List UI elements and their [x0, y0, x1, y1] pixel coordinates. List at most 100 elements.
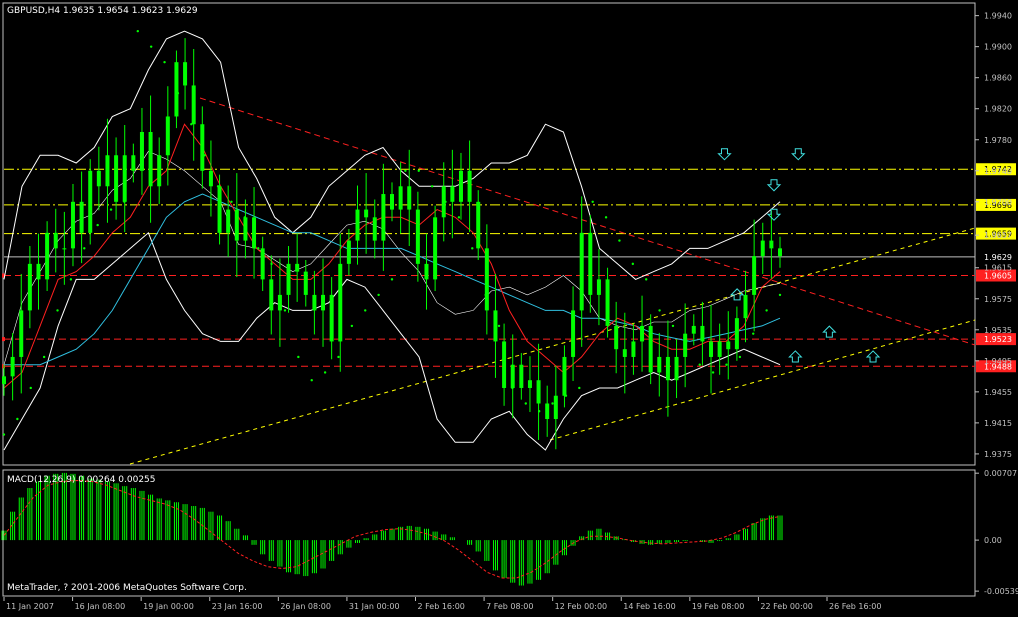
price-bar-body: [346, 240, 351, 264]
price-tick-label: 1.9900: [984, 43, 1012, 52]
sar-point: [658, 309, 661, 312]
price-bar-body: [131, 155, 136, 171]
chart-canvas[interactable]: 1.97421.96961.96591.96291.96051.95231.94…: [0, 0, 1018, 613]
sar-point: [457, 216, 461, 219]
price-bar-body: [381, 194, 386, 241]
sar-point: [69, 278, 73, 281]
time-tick-label: 7 Feb 08:00: [486, 602, 533, 611]
sar-point: [257, 247, 260, 250]
chart-title: GBPUSD,H4 1.9635 1.9654 1.9623 1.9629: [7, 6, 198, 16]
price-bar-body: [53, 232, 58, 249]
price-bar-body: [450, 186, 455, 202]
price-bar-body: [683, 333, 688, 357]
price-tick-label: 1.9657: [984, 231, 1012, 240]
time-tick-label: 26 Feb 16:00: [829, 602, 881, 611]
sar-point: [430, 185, 434, 188]
price-bar-body: [226, 209, 231, 233]
price-bar-body: [79, 201, 84, 233]
sar-point: [765, 309, 768, 312]
price-tick-label: 1.9575: [984, 295, 1012, 304]
price-bar-body: [519, 364, 524, 388]
price-tick-label: 1.9700: [984, 198, 1012, 207]
price-bar-body: [19, 310, 24, 357]
sar-point: [417, 169, 420, 172]
level-price-label: 1.9605: [984, 272, 1012, 281]
sar-point: [377, 293, 380, 297]
price-bar-body: [605, 279, 610, 326]
price-bar-body: [96, 170, 101, 187]
sar-point: [109, 208, 113, 211]
price-bar-body: [217, 186, 222, 233]
price-bar-body: [10, 356, 15, 377]
time-tick-label: 14 Feb 16:00: [623, 602, 675, 611]
price-bar-body: [562, 356, 567, 396]
price-bar-body: [510, 364, 515, 388]
price-bar-body: [571, 310, 576, 357]
price-bar-body: [743, 294, 748, 319]
time-tick-label: 12 Feb 00:00: [555, 602, 607, 611]
sar-point: [16, 417, 19, 421]
sar-point: [551, 402, 554, 405]
macd-tick-label: -0.00539: [984, 587, 1018, 596]
price-bar-body: [717, 341, 722, 357]
sar-point: [698, 363, 701, 366]
price-bar-body: [665, 356, 670, 381]
price-bar-body: [183, 62, 188, 86]
price-bar-body: [286, 263, 291, 295]
price-bar-body: [424, 263, 429, 280]
price-tick-label: 1.9740: [984, 167, 1012, 176]
sar-point: [645, 278, 648, 281]
sar-point: [404, 169, 407, 172]
price-bar-body: [139, 131, 144, 171]
price-bar-body: [70, 201, 75, 249]
price-bar-body: [303, 271, 308, 295]
price-bar-body: [769, 240, 774, 249]
price-bar-body: [596, 279, 601, 295]
level-price-label: 1.9523: [984, 335, 1012, 344]
sar-point: [725, 363, 728, 366]
price-bar-body: [329, 294, 334, 342]
price-bar-body: [105, 155, 110, 187]
price-bar-body: [614, 325, 619, 350]
sar-point: [283, 309, 287, 312]
price-bar-body: [493, 310, 498, 342]
price-bar-body: [752, 256, 757, 295]
price-tick-label: 1.9375: [984, 450, 1012, 459]
price-bar-body: [191, 85, 196, 125]
sar-point: [337, 355, 340, 359]
price-bar-body: [260, 248, 265, 280]
sar-point: [163, 60, 166, 64]
price-bar-body: [364, 209, 369, 218]
sar-point: [390, 278, 394, 281]
price-tick-label: 1.9535: [984, 326, 1012, 335]
price-bar-body: [45, 232, 50, 280]
price-tick-label: 1.9455: [984, 388, 1012, 397]
price-bar-body: [415, 209, 420, 264]
time-tick-label: 22 Feb 00:00: [760, 602, 812, 611]
sar-point: [631, 262, 635, 266]
sar-point: [618, 239, 621, 242]
price-bar-body: [674, 356, 679, 381]
price-bar-body: [579, 232, 584, 311]
price-bar-body: [390, 194, 394, 210]
sar-point: [96, 223, 99, 227]
level-price-label: 1.9629: [984, 253, 1012, 262]
price-bar-body: [484, 248, 489, 311]
price-bar-body: [709, 341, 714, 357]
sar-point: [310, 379, 313, 382]
price-bar-body: [441, 186, 446, 218]
level-left-marker: [2, 337, 5, 342]
price-bar-body: [476, 201, 481, 249]
price-bar-body: [243, 217, 248, 241]
price-bar-body: [27, 263, 32, 311]
price-bar-body: [114, 155, 119, 202]
sar-point: [2, 433, 6, 436]
macd-tick-label: 0.00: [984, 536, 1002, 545]
price-bar-body: [467, 170, 472, 202]
sar-point: [350, 324, 354, 328]
sar-point: [83, 247, 86, 250]
sar-point: [524, 402, 527, 405]
sar-point: [136, 29, 139, 33]
price-bar-body: [2, 376, 6, 385]
sar-point: [364, 309, 367, 312]
